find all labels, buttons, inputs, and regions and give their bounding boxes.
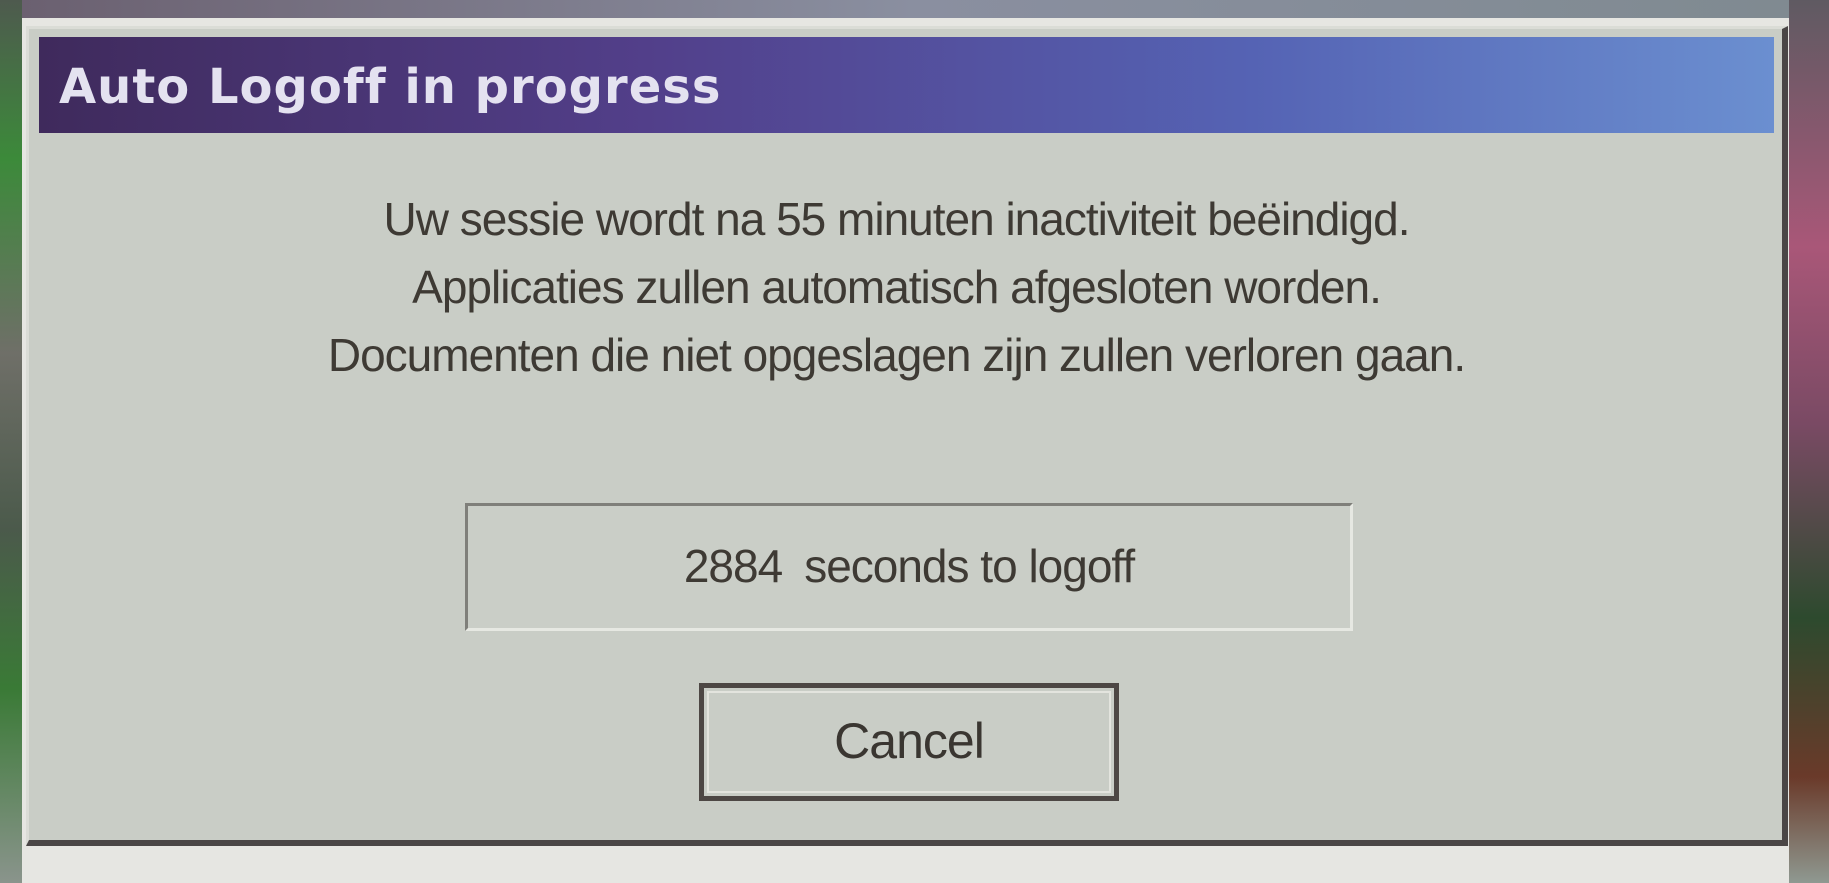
dialog-titlebar[interactable]: Auto Logoff in progress: [39, 37, 1774, 133]
background-left-edge: [0, 0, 22, 883]
background-top-edge: [0, 0, 1829, 18]
logoff-countdown: 2884 seconds to logoff: [465, 503, 1353, 631]
cancel-button[interactable]: Cancel: [699, 683, 1119, 801]
auto-logoff-dialog: Auto Logoff in progress Uw sessie wordt …: [26, 26, 1788, 846]
countdown-suffix: seconds to logoff: [804, 540, 1135, 592]
background-right-edge: [1789, 0, 1829, 883]
message-line-2: Applicaties zullen automatisch afgeslote…: [412, 261, 1382, 313]
message-line-1: Uw sessie wordt na 55 minuten inactivite…: [383, 193, 1410, 245]
dialog-message: Uw sessie wordt na 55 minuten inactivite…: [29, 185, 1764, 389]
countdown-seconds: 2884: [683, 540, 783, 592]
dialog-title: Auto Logoff in progress: [59, 59, 722, 115]
message-line-3: Documenten die niet opgeslagen zijn zull…: [327, 329, 1466, 381]
